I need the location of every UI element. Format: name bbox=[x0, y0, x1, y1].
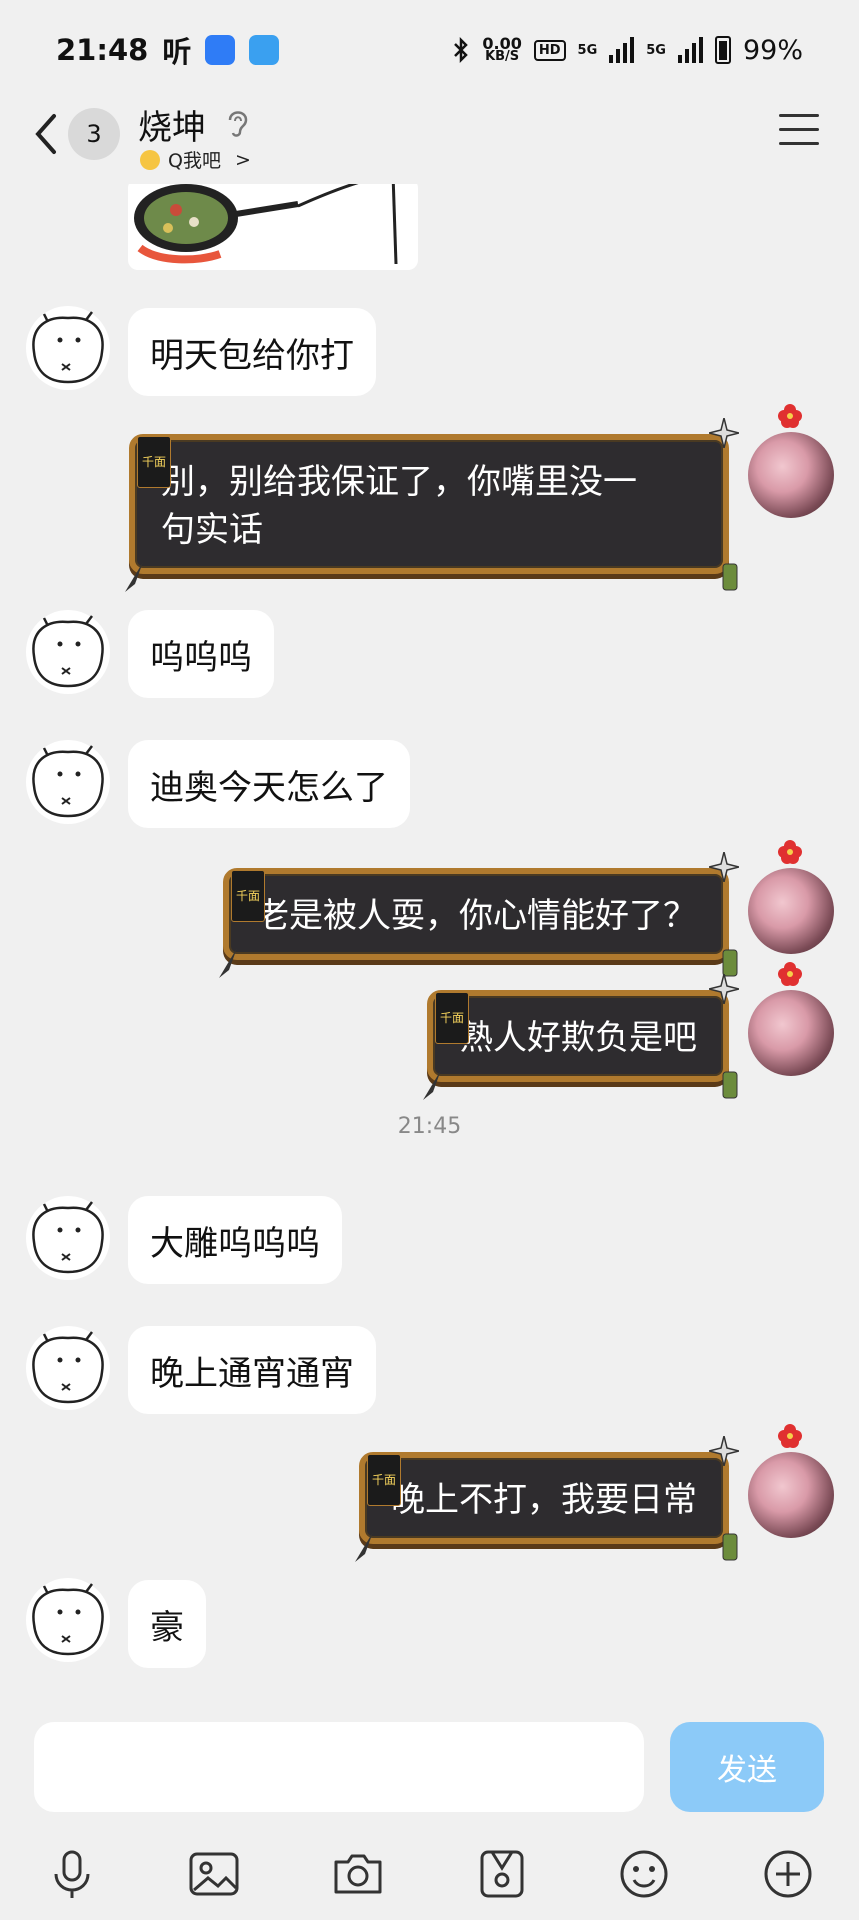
flower-icon bbox=[778, 840, 802, 864]
back-icon[interactable] bbox=[28, 108, 64, 160]
app-notification-icon bbox=[205, 35, 236, 65]
message-bubble[interactable]: 明天包给你打 bbox=[128, 308, 376, 396]
net-speed: 0.00 KB/S bbox=[482, 34, 522, 64]
signal2-icon bbox=[677, 37, 703, 63]
friend-avatar[interactable] bbox=[26, 1578, 110, 1662]
battery-icon bbox=[714, 36, 731, 64]
self-avatar[interactable] bbox=[748, 962, 834, 1076]
scroll-icon bbox=[722, 1533, 738, 1561]
unread-count-badge[interactable]: 3 bbox=[68, 108, 120, 160]
status-text: Q我吧 bbox=[168, 150, 221, 172]
signal1-icon bbox=[609, 37, 635, 63]
toolbar bbox=[0, 1838, 859, 1918]
bubble-tag: 千面 bbox=[435, 992, 470, 1044]
shuriken-icon bbox=[709, 1436, 739, 1466]
camera-icon[interactable] bbox=[330, 1846, 386, 1902]
send-button[interactable]: 发送 bbox=[670, 1722, 824, 1812]
flower-icon bbox=[778, 962, 802, 986]
qq-notification-icon bbox=[249, 35, 280, 65]
message-input[interactable] bbox=[34, 1722, 644, 1812]
flower-icon bbox=[778, 404, 802, 428]
status-bar: 21:48 听 0.00 KB/S HD 5G 5G 99% bbox=[0, 0, 859, 100]
battery-percent: 99% bbox=[742, 34, 803, 66]
status-time: 21:48 bbox=[56, 33, 149, 67]
menu-icon[interactable] bbox=[779, 114, 819, 148]
chat-header: 3 烧坤 Q我吧 > bbox=[0, 100, 859, 184]
chevron-right-icon: > bbox=[234, 148, 251, 171]
self-avatar[interactable] bbox=[748, 840, 834, 954]
chat-area[interactable]: 明天包给你打 千面 别，别给我保证了，你嘴里没一 句实话 呜呜呜 迪奥今天怎么了… bbox=[0, 184, 859, 1714]
bubble-tag: 千面 bbox=[231, 870, 266, 922]
kunai-icon bbox=[125, 562, 143, 592]
self-avatar[interactable] bbox=[748, 404, 834, 518]
shuriken-icon bbox=[709, 852, 739, 882]
scroll-icon bbox=[722, 1071, 738, 1099]
ear-icon[interactable] bbox=[224, 106, 252, 140]
friend-avatar[interactable] bbox=[26, 1326, 110, 1410]
sticker-image[interactable] bbox=[128, 184, 418, 270]
time-divider: 21:45 bbox=[397, 1114, 462, 1139]
friend-avatar[interactable] bbox=[26, 740, 110, 824]
bubble-tag: 千面 bbox=[137, 436, 172, 488]
sticker-icon[interactable] bbox=[474, 1846, 530, 1902]
kunai-icon bbox=[219, 948, 237, 978]
friend-avatar[interactable] bbox=[26, 306, 110, 390]
shuriken-icon bbox=[709, 418, 739, 448]
message-bubble-self[interactable]: 千面 晚上不打，我要日常 bbox=[355, 1436, 739, 1562]
message-bubble[interactable]: 豪 bbox=[128, 1580, 206, 1668]
plus-icon[interactable] bbox=[760, 1846, 816, 1902]
sim2-label: 5G bbox=[646, 42, 666, 58]
message-bubble[interactable]: 晚上通宵通宵 bbox=[128, 1326, 376, 1414]
hd-badge: HD bbox=[533, 39, 566, 61]
scroll-icon bbox=[722, 563, 738, 591]
listen-text: 听 bbox=[162, 35, 192, 69]
message-bubble-self[interactable]: 千面 别，别给我保证了，你嘴里没一 句实话 bbox=[125, 418, 739, 592]
message-bubble-self[interactable]: 千面 熟人好欺负是吧 bbox=[423, 974, 739, 1100]
friend-avatar[interactable] bbox=[26, 610, 110, 694]
message-bubble-self[interactable]: 千面 老是被人耍，你心情能好了？ bbox=[219, 852, 739, 978]
message-bubble[interactable]: 呜呜呜 bbox=[128, 610, 274, 698]
friend-avatar[interactable] bbox=[26, 1196, 110, 1280]
mic-icon[interactable] bbox=[44, 1846, 100, 1902]
shuriken-icon bbox=[709, 974, 739, 1004]
smile-icon bbox=[140, 149, 160, 170]
bubble-tag: 千面 bbox=[367, 1454, 402, 1506]
flower-icon bbox=[778, 1424, 802, 1448]
emoji-icon[interactable] bbox=[616, 1846, 672, 1902]
kunai-icon bbox=[355, 1532, 373, 1562]
message-bubble[interactable]: 大雕呜呜呜 bbox=[128, 1196, 342, 1284]
self-avatar[interactable] bbox=[748, 1424, 834, 1538]
contact-name[interactable]: 烧坤 bbox=[138, 100, 206, 149]
status-left: 21:48 听 bbox=[56, 29, 280, 71]
status-right: 0.00 KB/S HD 5G 5G 99% bbox=[452, 35, 803, 66]
image-icon[interactable] bbox=[186, 1846, 242, 1902]
bluetooth-icon bbox=[454, 36, 469, 64]
kunai-icon bbox=[423, 1070, 441, 1100]
sim1-label: 5G bbox=[577, 42, 598, 58]
message-bubble[interactable]: 迪奥今天怎么了 bbox=[128, 740, 410, 828]
contact-status[interactable]: Q我吧 > bbox=[140, 146, 251, 173]
input-bar: 发送 bbox=[0, 1714, 859, 1920]
